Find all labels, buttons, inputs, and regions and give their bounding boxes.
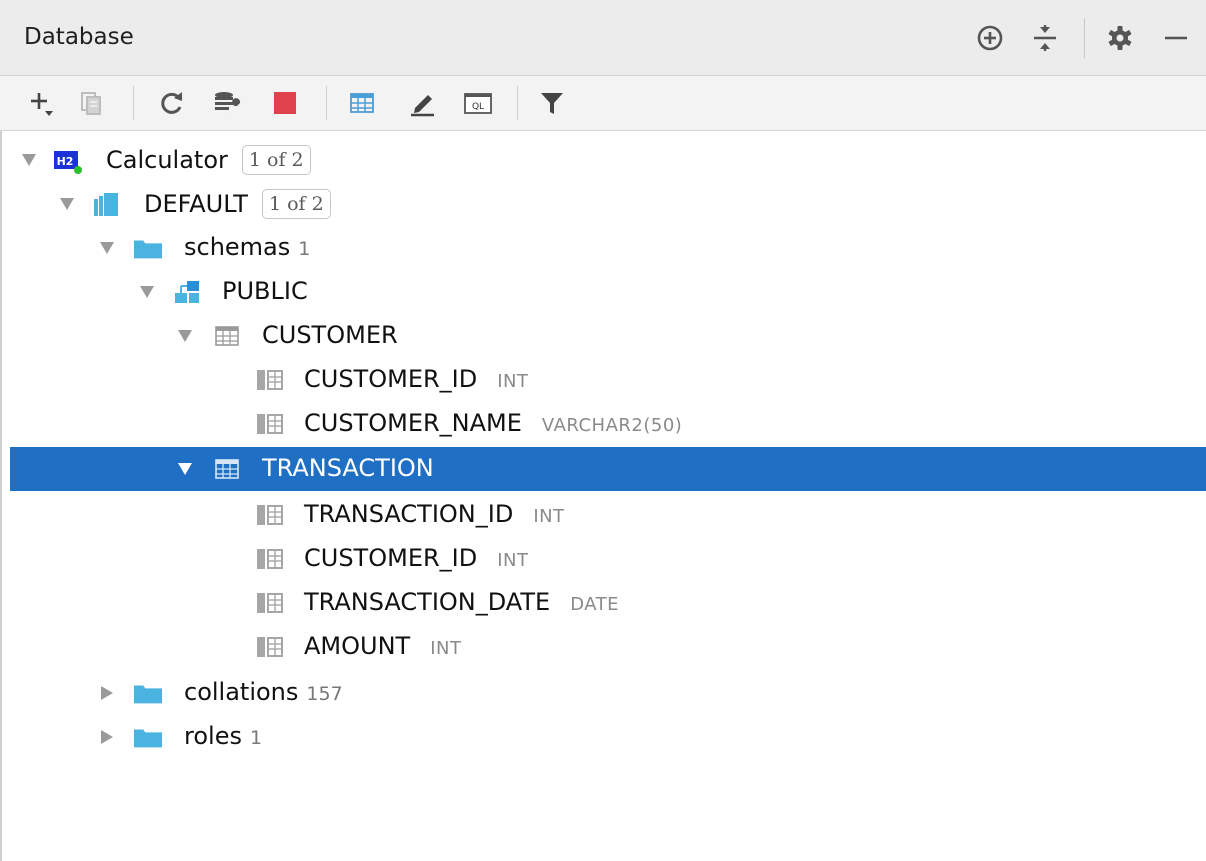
column-type: INT xyxy=(497,371,529,392)
column-icon xyxy=(255,365,285,395)
tree-node-default[interactable]: DEFAULT 1 of 2 xyxy=(10,182,1206,226)
column-icon xyxy=(255,544,285,574)
tree-node-label: Calculator 1 of 2 xyxy=(106,145,311,175)
tree-node-column[interactable]: CUSTOMER_ID INT xyxy=(10,537,1206,581)
column-type: DATE xyxy=(570,594,620,615)
node-count-badge: 1 of 2 xyxy=(241,145,311,175)
table-view-icon[interactable] xyxy=(343,84,381,122)
stop-icon[interactable] xyxy=(266,84,304,122)
expand-arrow-icon[interactable] xyxy=(98,239,116,257)
settings-gear-icon[interactable] xyxy=(1100,18,1140,58)
add-icon[interactable] xyxy=(22,84,60,122)
add-target-icon[interactable] xyxy=(970,18,1010,58)
column-icon xyxy=(255,409,285,439)
tree-node-public[interactable]: PUBLIC xyxy=(10,270,1206,314)
svg-text:QL: QL xyxy=(472,102,484,112)
data-source-properties-icon[interactable] xyxy=(208,84,246,122)
expand-arrow-icon[interactable] xyxy=(20,151,38,169)
folder-icon xyxy=(133,678,163,708)
expand-arrow-icon[interactable] xyxy=(176,327,194,345)
tree-node-roles[interactable]: roles 1 xyxy=(10,715,1206,759)
toolbar-separator xyxy=(133,86,134,120)
h2-database-icon: H2 xyxy=(52,145,82,175)
database-tree: H2 Calculator 1 of 2 DEFAULT 1 of 2 sche… xyxy=(0,131,1206,861)
tree-node-label: roles 1 xyxy=(184,722,263,750)
expand-arrow-icon[interactable] xyxy=(176,460,194,478)
tree-node-column[interactable]: CUSTOMER_ID INT xyxy=(10,358,1206,402)
tree-node-label: PUBLIC xyxy=(222,277,308,305)
tree-node-schemas[interactable]: schemas 1 xyxy=(10,226,1206,270)
tree-node-label: CUSTOMER_NAME VARCHAR2(50) xyxy=(304,409,683,437)
tree-node-column[interactable]: CUSTOMER_NAME VARCHAR2(50) xyxy=(10,402,1206,446)
refresh-icon[interactable] xyxy=(153,84,191,122)
folder-icon xyxy=(133,233,163,263)
node-count: 157 xyxy=(306,683,343,705)
tree-node-column[interactable]: TRANSACTION_DATE DATE xyxy=(10,581,1206,625)
tree-node-label: AMOUNT INT xyxy=(304,632,462,660)
tree-node-column[interactable]: TRANSACTION_ID INT xyxy=(10,493,1206,537)
header-separator xyxy=(1084,18,1085,58)
tree-node-label: CUSTOMER_ID INT xyxy=(304,365,529,393)
panel-header: Database xyxy=(0,0,1206,76)
database-icon xyxy=(92,189,122,219)
tree-node-label: DEFAULT 1 of 2 xyxy=(144,189,331,219)
column-type: INT xyxy=(497,550,529,571)
column-type: VARCHAR2(50) xyxy=(541,415,683,436)
column-icon xyxy=(255,500,285,530)
tree-node-collations[interactable]: collations 157 xyxy=(10,671,1206,715)
table-icon xyxy=(212,321,242,351)
toolbar-separator xyxy=(326,86,327,120)
tree-node-label: TRANSACTION_ID INT xyxy=(304,500,565,528)
tree-node-customer-table[interactable]: CUSTOMER xyxy=(10,314,1206,358)
tree-node-label: TRANSACTION xyxy=(262,454,434,482)
collapse-all-icon[interactable] xyxy=(1025,18,1065,58)
tree-node-label: collations 157 xyxy=(184,678,343,706)
node-count: 1 xyxy=(298,238,311,260)
duplicate-icon[interactable] xyxy=(72,84,110,122)
minimize-icon[interactable] xyxy=(1155,18,1195,58)
column-icon xyxy=(255,632,285,662)
tree-node-label: schemas 1 xyxy=(184,233,311,261)
tree-node-label: CUSTOMER xyxy=(262,321,398,349)
column-type: INT xyxy=(533,506,565,527)
table-icon xyxy=(212,454,242,484)
tree-node-label: CUSTOMER_ID INT xyxy=(304,544,529,572)
tree-node-label: TRANSACTION_DATE DATE xyxy=(304,588,620,616)
query-console-icon[interactable]: QL xyxy=(459,84,497,122)
tree-node-transaction-table[interactable]: TRANSACTION xyxy=(10,447,1206,491)
column-icon xyxy=(255,588,285,618)
schema-icon xyxy=(172,277,202,307)
expand-arrow-icon[interactable] xyxy=(138,283,156,301)
tree-node-column[interactable]: AMOUNT INT xyxy=(10,625,1206,669)
toolbar-separator xyxy=(517,86,518,120)
panel-title: Database xyxy=(24,24,134,50)
collapsed-arrow-icon[interactable] xyxy=(98,728,116,746)
column-type: INT xyxy=(430,638,462,659)
folder-icon xyxy=(133,722,163,752)
node-count: 1 xyxy=(249,727,263,749)
toolbar: QL xyxy=(0,76,1206,131)
filter-icon[interactable] xyxy=(533,84,571,122)
expand-arrow-icon[interactable] xyxy=(58,195,76,213)
database-panel: Database QL H2 Calculator 1 of 2 DEFAULT… xyxy=(0,0,1206,861)
node-count-badge: 1 of 2 xyxy=(261,189,331,219)
tree-node-calculator[interactable]: H2 Calculator 1 of 2 xyxy=(10,138,1206,182)
collapsed-arrow-icon[interactable] xyxy=(98,684,116,702)
edit-icon[interactable] xyxy=(403,84,441,122)
svg-text:H2: H2 xyxy=(57,155,74,168)
